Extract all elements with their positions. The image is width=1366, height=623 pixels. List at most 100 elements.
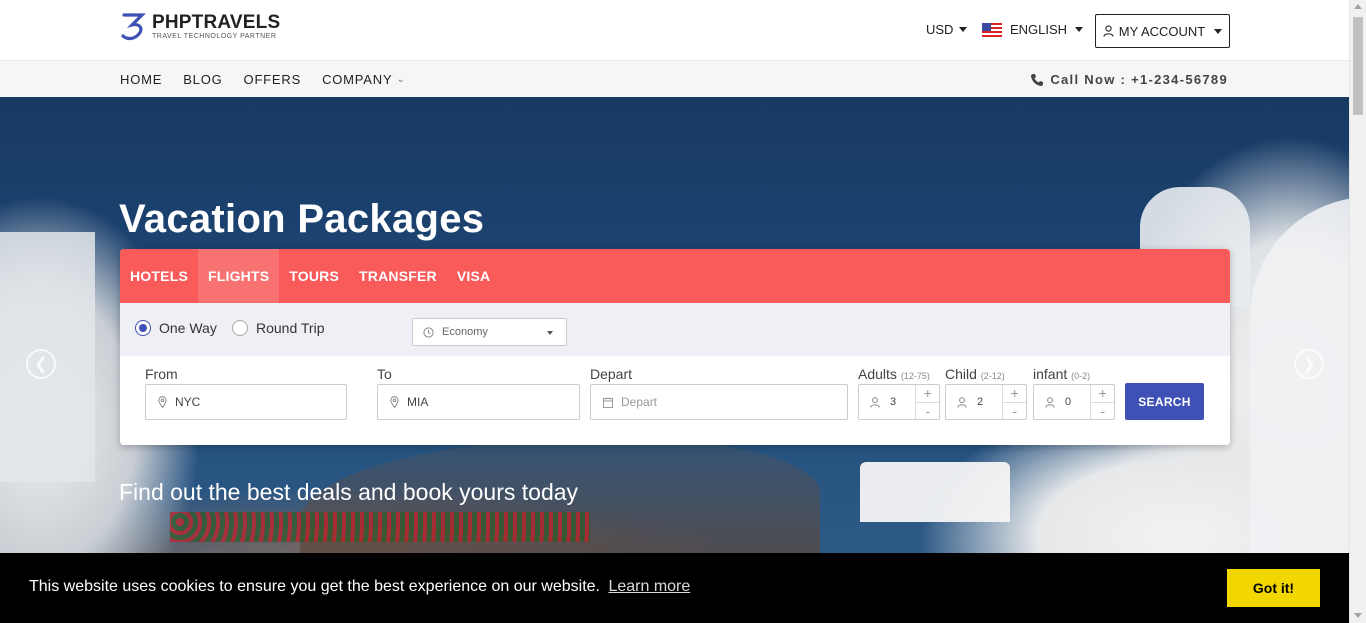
nav-offers[interactable]: OFFERS (244, 72, 302, 87)
clock-icon (423, 326, 434, 338)
main-navbar: HOME BLOG OFFERS COMPANY ⌄ Call Now : +1… (0, 60, 1349, 97)
tab-tours[interactable]: TOURS (279, 249, 349, 303)
adults-range: (12-75) (900, 371, 930, 381)
round-trip-radio[interactable]: Round Trip (232, 320, 324, 336)
radio-unchecked-icon (232, 320, 248, 336)
tab-hotels[interactable]: HOTELS (120, 249, 198, 303)
calendar-icon (603, 397, 613, 408)
adults-label-text: Adults (858, 366, 897, 382)
cabin-class-value: Economy (442, 326, 488, 338)
adults-stepper[interactable]: 3 + - (858, 384, 940, 420)
hero-title: Vacation Packages (119, 197, 485, 241)
from-input[interactable]: NYC (145, 384, 347, 420)
child-range: (2-12) (980, 371, 1005, 381)
nav-company-label: COMPANY (322, 72, 393, 87)
child-label: Child (2-12) (945, 366, 1005, 382)
caret-down-icon (1075, 27, 1084, 32)
to-input[interactable]: MIA (377, 384, 580, 420)
us-flag-icon (982, 22, 1002, 37)
one-way-radio[interactable]: One Way (135, 320, 217, 336)
caret-down-icon (959, 27, 968, 32)
to-label: To (377, 366, 392, 382)
child-value: 2 (977, 396, 984, 408)
scroll-thumb[interactable] (1353, 17, 1363, 115)
main-nav: HOME BLOG OFFERS COMPANY ⌄ (120, 72, 406, 87)
user-icon (1045, 396, 1055, 408)
nav-company[interactable]: COMPANY ⌄ (322, 72, 406, 87)
hero-flowers-decoration (170, 512, 590, 542)
radio-checked-icon (135, 320, 151, 336)
one-way-label: One Way (159, 320, 217, 336)
child-plus-button[interactable]: + (1003, 385, 1026, 402)
top-header: PHPTRAVELS TRAVEL TECHNOLOGY PARTNER USD… (0, 0, 1349, 60)
currency-dropdown[interactable]: USD (926, 22, 968, 37)
learn-more-link[interactable]: Learn more (608, 578, 690, 595)
my-account-button[interactable]: MY ACCOUNT (1095, 14, 1230, 48)
infant-label-text: infant (1033, 366, 1068, 382)
chevron-down-icon: ⌄ (396, 74, 406, 85)
carousel-next-button[interactable]: ❯ (1294, 349, 1324, 379)
trip-options: One Way Round Trip Economy (120, 303, 1230, 356)
tab-visa[interactable]: VISA (447, 249, 500, 303)
nav-blog[interactable]: BLOG (183, 72, 222, 87)
carousel-prev-button[interactable]: ❮ (26, 349, 56, 379)
infant-plus-button[interactable]: + (1091, 385, 1114, 402)
map-pin-icon (390, 396, 399, 408)
map-pin-icon (158, 396, 167, 408)
user-icon (957, 396, 967, 408)
infant-stepper[interactable]: 0 + - (1033, 384, 1115, 420)
tab-flights[interactable]: FLIGHTS (197, 249, 280, 303)
from-value: NYC (175, 395, 201, 409)
search-button[interactable]: SEARCH (1125, 383, 1204, 420)
search-tabs: HOTELS FLIGHTS TOURS TRANSFER VISA (120, 249, 1230, 303)
user-icon (870, 396, 880, 408)
adults-minus-button[interactable]: - (916, 401, 939, 420)
depart-label: Depart (590, 366, 633, 382)
language-label: ENGLISH (1010, 22, 1068, 37)
user-icon (1103, 25, 1114, 37)
child-stepper[interactable]: 2 + - (945, 384, 1027, 420)
adults-plus-button[interactable]: + (916, 385, 939, 402)
search-fields: From NYC To MIA Depart Depart Adults (12… (120, 356, 1230, 445)
page-scrollbar[interactable] (1349, 0, 1366, 623)
my-account-label: MY ACCOUNT (1118, 23, 1206, 39)
language-dropdown[interactable]: ENGLISH (982, 22, 1084, 37)
caret-down-icon (1214, 28, 1223, 34)
infant-range: (0-2) (1071, 371, 1091, 381)
child-minus-button[interactable]: - (1003, 401, 1026, 420)
scroll-up-arrow-icon[interactable] (1354, 4, 1362, 9)
cookie-message: This website uses cookies to ensure you … (29, 578, 690, 596)
chevron-right-icon: ❯ (1302, 356, 1316, 373)
child-label-text: Child (945, 366, 977, 382)
tab-transfer[interactable]: TRANSFER (349, 249, 447, 303)
call-now-text: Call Now : +1-234-56789 (1050, 72, 1228, 87)
phone-icon (1031, 73, 1044, 86)
currency-label: USD (926, 22, 954, 37)
infant-label: infant (0-2) (1033, 366, 1090, 382)
adults-value: 3 (890, 396, 897, 408)
cookie-accept-button[interactable]: Got it! (1227, 569, 1320, 607)
cabin-class-select[interactable]: Economy (412, 318, 567, 346)
chevron-left-icon: ❮ (34, 356, 48, 373)
site-logo[interactable]: PHPTRAVELS TRAVEL TECHNOLOGY PARTNER (120, 11, 280, 43)
hero-subtitle: Find out the best deals and book yours t… (119, 479, 579, 505)
round-trip-label: Round Trip (256, 320, 325, 336)
search-card: HOTELS FLIGHTS TOURS TRANSFER VISA One W… (120, 249, 1230, 445)
cookie-banner: This website uses cookies to ensure you … (0, 553, 1349, 623)
depart-placeholder: Depart (621, 395, 658, 409)
depart-input[interactable]: Depart (590, 384, 848, 420)
infant-value: 0 (1065, 396, 1072, 408)
logo-tagline: TRAVEL TECHNOLOGY PARTNER (152, 33, 277, 40)
from-label: From (145, 366, 178, 382)
hero-umbrella-decoration (860, 462, 1010, 522)
logo-name: PHPTRAVELS (152, 12, 281, 33)
to-value: MIA (407, 395, 429, 409)
infant-minus-button[interactable]: - (1091, 401, 1114, 420)
adults-label: Adults (12-75) (858, 366, 930, 382)
nav-home[interactable]: HOME (120, 72, 162, 87)
cookie-message-text: This website uses cookies to ensure you … (29, 578, 600, 595)
call-now[interactable]: Call Now : +1-234-56789 (1030, 72, 1228, 87)
caret-down-icon (547, 331, 553, 335)
scroll-down-arrow-icon[interactable] (1354, 613, 1362, 618)
logo-icon (121, 13, 146, 41)
